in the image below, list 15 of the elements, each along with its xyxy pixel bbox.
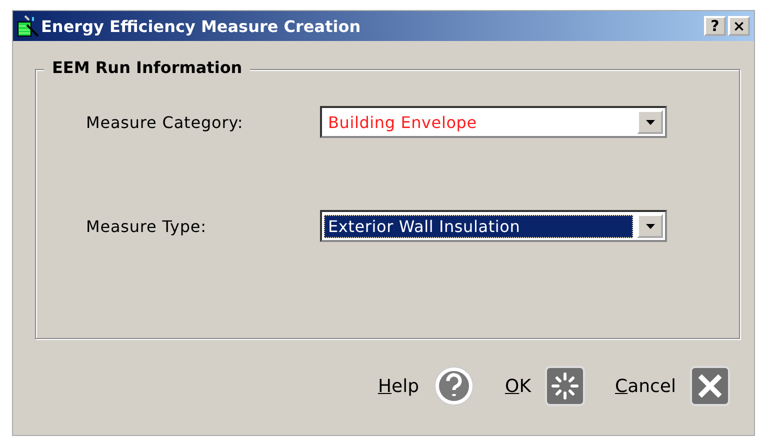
cancel-button[interactable]: Cancel xyxy=(615,376,676,396)
field-label: Measure Type: xyxy=(86,216,208,236)
ok-button[interactable]: OK xyxy=(505,376,531,396)
dropdown-arrow-icon xyxy=(646,224,654,228)
help-icon[interactable] xyxy=(433,365,476,407)
help-button[interactable]: ? xyxy=(704,16,726,36)
dropdown-field[interactable]: Exterior Wall Insulation xyxy=(320,210,667,242)
help-button[interactable]: Help xyxy=(378,376,420,396)
field-label: Measure Category: xyxy=(86,112,244,132)
close-button[interactable]: × xyxy=(728,16,750,36)
window-title: Energy Efficiency Measure Creation xyxy=(41,16,362,36)
close-icon[interactable] xyxy=(690,366,730,406)
dropdown-field[interactable]: Building Envelope xyxy=(320,106,667,138)
dropdown-arrow-icon xyxy=(646,120,654,124)
spinner-icon[interactable] xyxy=(545,366,585,406)
